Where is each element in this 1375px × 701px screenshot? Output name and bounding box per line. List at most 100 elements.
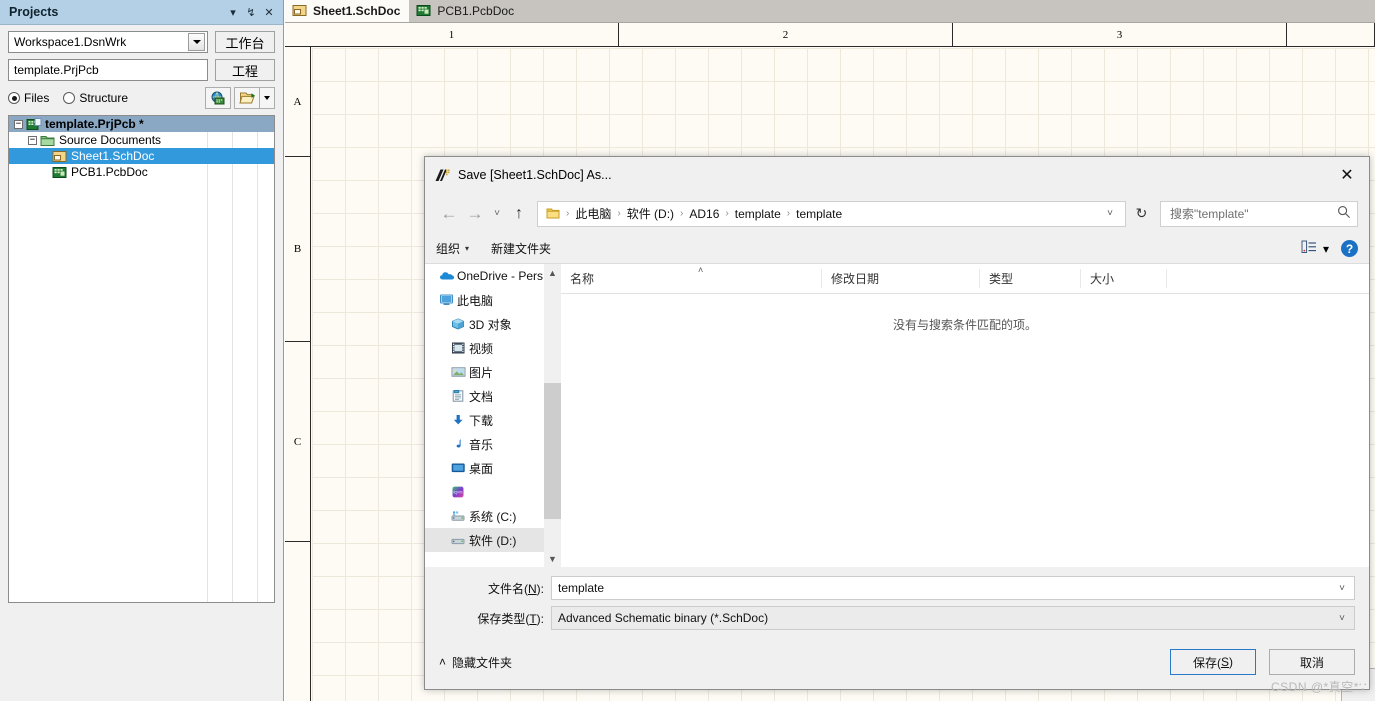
- view-mode-button[interactable]: ▾: [1301, 240, 1329, 257]
- breadcrumb[interactable]: › 此电脑 › 软件 (D:) › AD16 › template › temp…: [537, 200, 1126, 227]
- music-icon: [451, 438, 469, 450]
- place-onedrive[interactable]: OneDrive - Pers: [425, 264, 561, 288]
- open-folder-dropdown-icon[interactable]: [260, 87, 275, 109]
- place-this-pc[interactable]: 此电脑: [425, 288, 561, 312]
- tree-item-project[interactable]: − template.PrjPcb *: [9, 116, 274, 132]
- breadcrumb-item-1[interactable]: 软件 (D:): [624, 205, 677, 222]
- column-header-type[interactable]: 类型: [979, 269, 1080, 288]
- recent-locations-button[interactable]: ˅: [488, 201, 506, 227]
- up-button[interactable]: ↑: [506, 201, 532, 227]
- place-music[interactable]: 音乐: [425, 432, 561, 456]
- panel-dropdown-icon[interactable]: ▾: [225, 3, 241, 21]
- place-pictures[interactable]: 图片: [425, 360, 561, 384]
- tree-item-sheet1[interactable]: Sheet1.SchDoc: [9, 148, 274, 164]
- places-scrollbar[interactable]: ▲ ▼: [544, 264, 561, 567]
- chevron-down-icon[interactable]: ˅: [1330, 583, 1354, 594]
- filename-label-pre: 文件名(: [487, 581, 528, 596]
- place-software-d[interactable]: 软件 (D:): [425, 528, 561, 552]
- place-iqiyi[interactable]: iQIYI: [425, 480, 561, 504]
- panel-pin-icon[interactable]: ↯: [243, 3, 259, 21]
- chevron-down-icon[interactable]: [188, 33, 205, 51]
- schdoc-icon: [292, 4, 308, 17]
- tab-pcb1-pcbdoc[interactable]: PCB1.PcbDoc: [409, 0, 523, 22]
- scroll-down-icon[interactable]: ▼: [544, 550, 561, 567]
- column-header-name[interactable]: 名称: [561, 269, 821, 288]
- tab-sheet1-schdoc[interactable]: Sheet1.SchDoc: [285, 0, 410, 22]
- workspace-combo[interactable]: Workspace1.DsnWrk: [8, 31, 208, 53]
- tree-item-label: PCB1.PcbDoc: [71, 165, 148, 179]
- tree-item-source-documents[interactable]: − Source Documents: [9, 132, 274, 148]
- chevron-down-icon[interactable]: ˅: [1330, 613, 1354, 624]
- breadcrumb-dropdown-icon[interactable]: ˅: [1099, 208, 1121, 219]
- workspace-button[interactable]: 工作台: [215, 31, 275, 53]
- breadcrumb-item-3[interactable]: template: [732, 207, 784, 221]
- place-videos[interactable]: 视频: [425, 336, 561, 360]
- breadcrumb-separator: ›: [617, 208, 621, 219]
- breadcrumb-item-2[interactable]: AD16: [686, 207, 722, 221]
- tree-expander[interactable]: −: [28, 135, 37, 145]
- tree-expander[interactable]: −: [14, 119, 23, 129]
- scroll-up-icon[interactable]: ▲: [544, 264, 561, 281]
- radio-files[interactable]: Files: [8, 91, 49, 105]
- iqiyi-icon: iQIYI: [451, 486, 469, 498]
- forward-button[interactable]: →: [462, 201, 488, 227]
- place-label: 此电脑: [457, 293, 494, 308]
- place-downloads[interactable]: 下载: [425, 408, 561, 432]
- filename-input[interactable]: template ˅: [551, 576, 1355, 600]
- breadcrumb-separator: ›: [566, 208, 570, 219]
- place-documents[interactable]: 文档: [425, 384, 561, 408]
- altium-icon: [434, 168, 451, 183]
- column-header-date[interactable]: 修改日期: [821, 269, 979, 288]
- tree-item-pcb1[interactable]: PCB1.PcbDoc: [9, 164, 274, 180]
- chevron-up-icon: ˄: [439, 655, 447, 669]
- save-label-post: ): [1229, 655, 1233, 669]
- dialog-titlebar: Save [Sheet1.SchDoc] As... ✕: [425, 157, 1369, 193]
- place-desktop[interactable]: 桌面: [425, 456, 561, 480]
- column-header-size[interactable]: 大小: [1080, 269, 1166, 288]
- empty-state-message: 没有与搜索条件匹配的项。: [892, 318, 1037, 332]
- places-sidebar[interactable]: OneDrive - Pers 此电脑 3D 对象 视频 图片 文档 下载 音乐…: [425, 264, 561, 567]
- refresh-icon[interactable]: ↻: [1126, 201, 1157, 227]
- project-tree[interactable]: − template.PrjPcb * − Source Documents S…: [8, 115, 275, 603]
- column-header-blank[interactable]: [1166, 269, 1369, 288]
- view-list-icon: [1301, 240, 1317, 257]
- project-icon: [26, 117, 42, 131]
- new-folder-button[interactable]: 新建文件夹: [491, 240, 551, 257]
- help-button[interactable]: ?: [1341, 240, 1358, 257]
- project-value[interactable]: template.PrjPcb: [8, 59, 208, 81]
- close-icon[interactable]: ✕: [1325, 157, 1369, 193]
- compile-chip-icon[interactable]: [205, 87, 231, 109]
- panel-close-icon[interactable]: ✕: [261, 3, 277, 21]
- organize-button[interactable]: 组织 ▾: [436, 240, 469, 257]
- breadcrumb-item-4[interactable]: template: [793, 207, 845, 221]
- scrollbar-thumb[interactable]: [544, 383, 561, 519]
- search-placeholder: 搜索"template": [1170, 207, 1249, 221]
- tab-label: Sheet1.SchDoc: [313, 3, 401, 18]
- breadcrumb-item-0[interactable]: 此电脑: [572, 205, 614, 222]
- projects-titlebar: Projects ▾ ↯ ✕: [0, 0, 283, 25]
- place-3d-objects[interactable]: 3D 对象: [425, 312, 561, 336]
- projects-panel-body: Workspace1.DsnWrk 工作台 template.PrjPcb 工程…: [0, 25, 283, 603]
- open-folder-icon[interactable]: [234, 87, 260, 109]
- project-button[interactable]: 工程: [215, 59, 275, 81]
- hide-folders-toggle[interactable]: ˄ 隐藏文件夹: [439, 654, 512, 671]
- schdoc-icon: [52, 150, 68, 163]
- radio-structure-dot: [63, 92, 76, 104]
- filetype-select[interactable]: Advanced Schematic binary (*.SchDoc) ˅: [551, 606, 1355, 630]
- back-button[interactable]: ←: [436, 201, 462, 227]
- cancel-button[interactable]: 取消: [1269, 649, 1355, 675]
- radio-structure[interactable]: Structure: [63, 91, 128, 105]
- ruler-top-tick: 1: [285, 23, 619, 46]
- chevron-down-icon: ▾: [465, 244, 470, 253]
- panel-toolbar: [205, 87, 275, 109]
- tree-item-label: Source Documents: [59, 133, 162, 147]
- sort-ascending-icon: ˄: [698, 265, 704, 275]
- save-label-key: S: [1220, 655, 1229, 669]
- place-system-c[interactable]: 系统 (C:): [425, 504, 561, 528]
- search-input[interactable]: 搜索"template": [1160, 200, 1358, 227]
- save-button[interactable]: 保存(S): [1170, 649, 1256, 675]
- filetype-row: 保存类型(T): Advanced Schematic binary (*.Sc…: [425, 605, 1369, 631]
- file-list[interactable]: 名称 修改日期 类型 大小 ˄ 没有与搜索条件匹配的项。: [561, 264, 1369, 567]
- filetype-label: 保存类型(T):: [425, 610, 551, 627]
- scrollbar-track[interactable]: [544, 281, 561, 550]
